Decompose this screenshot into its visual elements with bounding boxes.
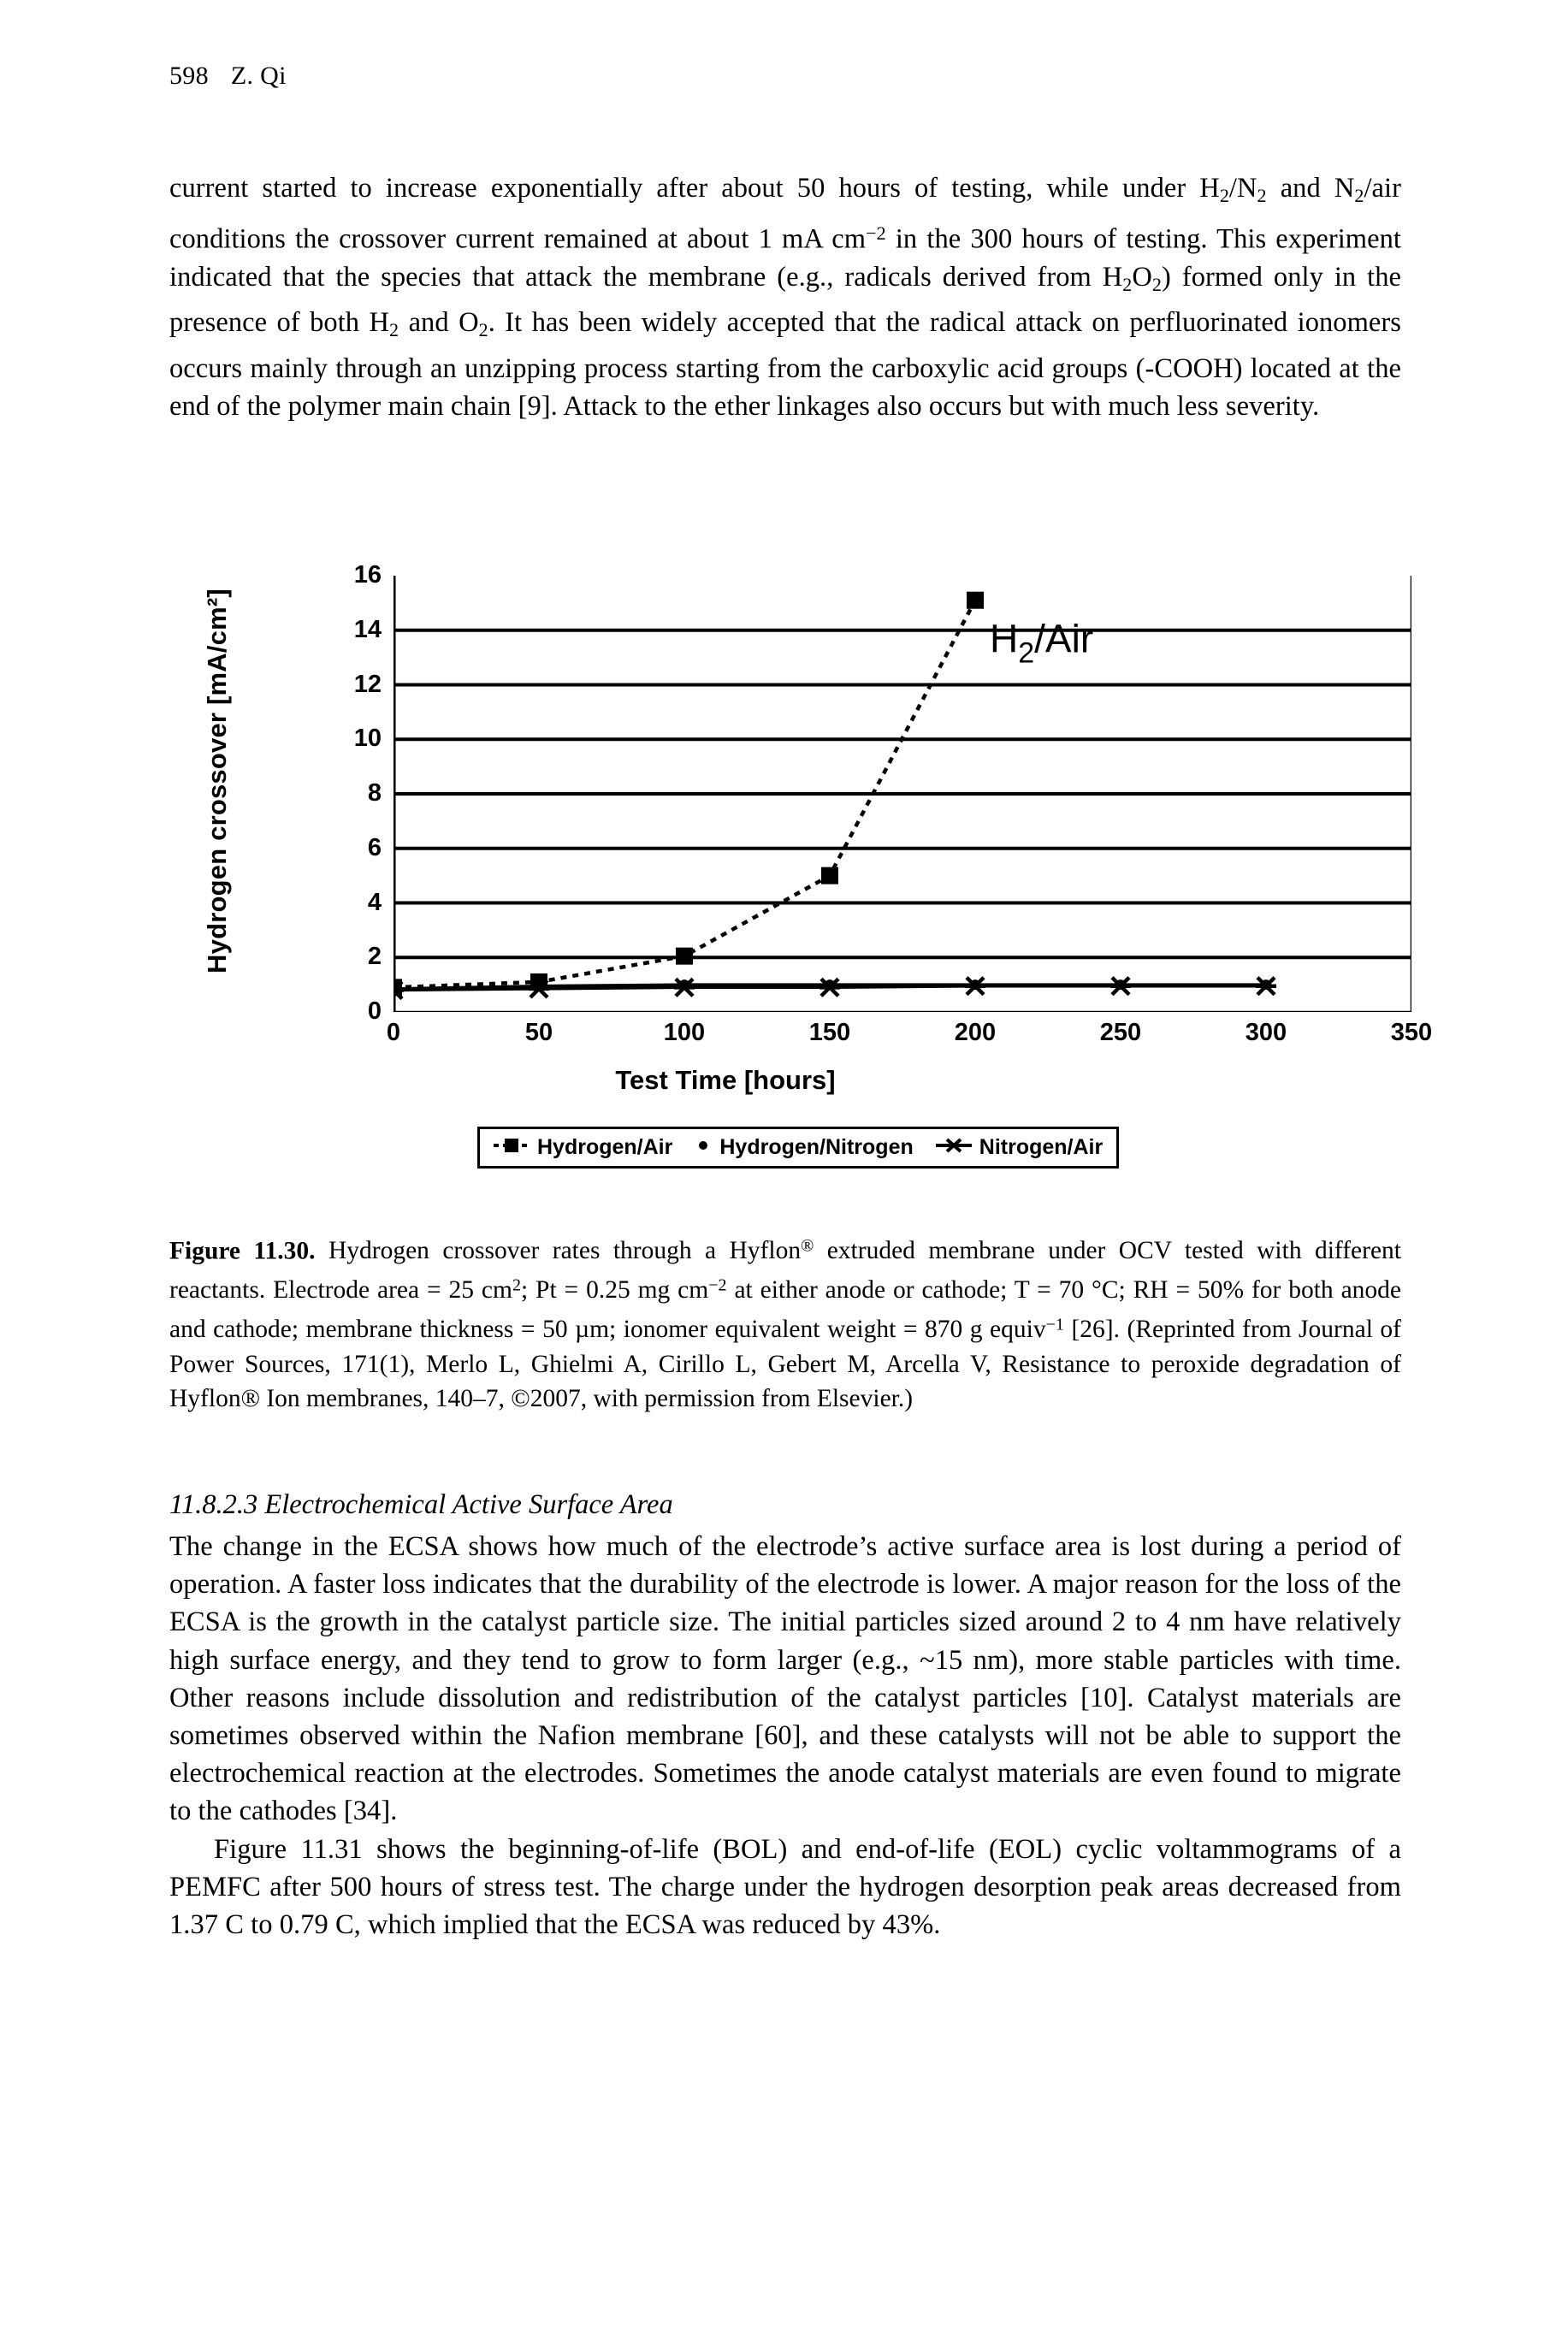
chart-y-tick: 14 bbox=[353, 615, 382, 643]
legend-item: Hydrogen/Nitrogen bbox=[695, 1135, 914, 1160]
figure-11-30: Hydrogen crossover [mA/cm²] 0 2 4 6 8 10 12 14 1… bbox=[169, 552, 1432, 1189]
chart-y-tick: 12 bbox=[353, 670, 382, 698]
chart-y-tick: 10 bbox=[353, 725, 382, 753]
section-heading: 11.8.2.3 Electrochemical Active Surface … bbox=[169, 1489, 673, 1520]
legend-marker-dot-icon bbox=[695, 1135, 712, 1160]
chart-y-tick: 16 bbox=[353, 561, 382, 589]
chart-y-tick: 2 bbox=[367, 943, 382, 971]
legend-marker-square-icon bbox=[494, 1135, 530, 1160]
figure-caption: Figure 11.30. Hydrogen crossover rates t… bbox=[169, 1229, 1401, 1417]
chart-x-tick: 50 bbox=[524, 1019, 553, 1046]
chart-x-tick: 300 bbox=[1245, 1019, 1287, 1046]
chart-hydrogen-crossover: Hydrogen crossover [mA/cm²] 0 2 4 6 8 10 12 14 1… bbox=[169, 552, 1432, 1116]
chart-x-axis-title: Test Time [hours] bbox=[615, 1065, 836, 1095]
chart-y-axis-title: Hydrogen crossover [mA/cm²] bbox=[202, 589, 232, 973]
chart-y-tick-labels: 0 2 4 6 8 10 12 14 16 bbox=[332, 552, 382, 1024]
chart-x-tick: 0 bbox=[386, 1019, 401, 1046]
legend-marker-cross-icon bbox=[935, 1135, 972, 1160]
chart-y-tick: 8 bbox=[367, 779, 382, 807]
chart-x-tick: 200 bbox=[954, 1019, 997, 1046]
legend-label: Hydrogen/Nitrogen bbox=[719, 1135, 914, 1159]
chart-x-tick: 350 bbox=[1390, 1019, 1433, 1046]
svg-text:H2/Air: H2/Air bbox=[990, 616, 1093, 669]
chart-x-tick: 100 bbox=[663, 1019, 706, 1046]
chart-legend: Hydrogen/Air Hydrogen/Nitrogen Nitrogen/Ai… bbox=[477, 1127, 1120, 1169]
legend-item: Hydrogen/Air bbox=[494, 1135, 672, 1160]
legend-label: Nitrogen/Air bbox=[979, 1135, 1104, 1159]
chart-x-tick: 150 bbox=[808, 1019, 851, 1046]
figure-caption-label: Figure 11.30. bbox=[169, 1237, 316, 1265]
chart-x-tick-labels: 0 50 100 150 200 250 300 350 bbox=[169, 1019, 1432, 1060]
figure-caption-text: Hydrogen crossover rates through a Hyflo… bbox=[169, 1237, 1402, 1413]
chart-y-tick: 4 bbox=[367, 888, 382, 916]
legend-item: Nitrogen/Air bbox=[935, 1135, 1104, 1160]
document-page: 598 Z. Qi current started to increase exp… bbox=[0, 0, 1568, 2349]
chart-plot-canvas: H2/Air bbox=[393, 576, 1411, 1012]
running-head: 598 Z. Qi bbox=[169, 62, 287, 91]
legend-label: Hydrogen/Air bbox=[537, 1135, 673, 1159]
page-number: 598 bbox=[169, 62, 209, 90]
chart-y-tick: 6 bbox=[367, 833, 382, 861]
body-paragraph-1: current started to increase exponentiall… bbox=[169, 173, 1401, 422]
chart-x-tick: 250 bbox=[1099, 1019, 1142, 1046]
running-head-author: Z. Qi bbox=[230, 62, 287, 90]
body-paragraph-2: The change in the ECSA shows how much of… bbox=[169, 1531, 1401, 1941]
